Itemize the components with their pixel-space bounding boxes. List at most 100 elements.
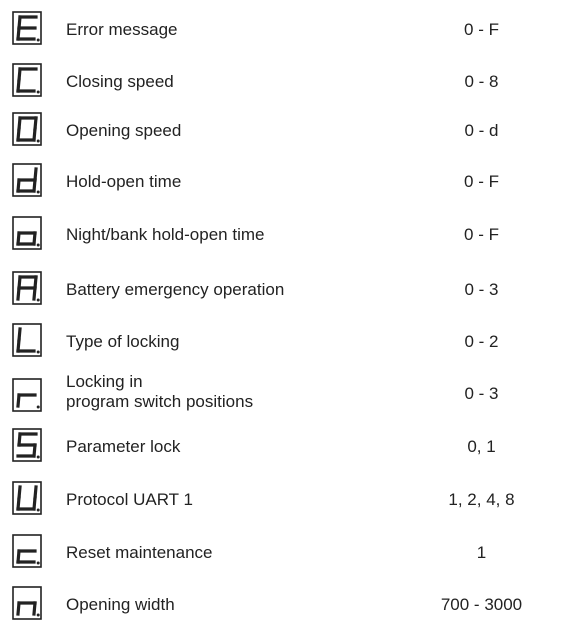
glyph-decimal-point [36, 508, 40, 512]
glyph-segment-c [32, 231, 37, 246]
glyph-segment-c [32, 286, 37, 301]
glyph-segment-e [16, 127, 21, 142]
display-glyph-o-upper-icon [12, 112, 42, 146]
glyph-segment-f [17, 485, 22, 500]
display-glyph-u-icon [12, 481, 42, 515]
glyph-segment-f [17, 327, 22, 342]
parameter-label: Protocol UART 1 [66, 490, 193, 509]
parameter-row-type-of-locking: Type of locking 0 - 2 [0, 320, 563, 360]
parameter-range: 700 - 3000 [440, 595, 523, 614]
parameter-label: Reset maintenance [66, 543, 213, 562]
glyph-segment-c [32, 127, 37, 142]
parameter-row-night-bank-hold-open-time: Night/bank hold-open time 0 - F [0, 213, 563, 253]
parameter-row-protocol-uart-1: Protocol UART 1 1, 2, 4, 8 [0, 478, 563, 518]
glyph-segment-b [33, 275, 38, 290]
display-glyph-s-icon [12, 428, 42, 462]
glyph-segment-e [16, 338, 21, 353]
parameter-range: 0 - 3 [464, 280, 499, 299]
parameter-range: 0 - d [464, 121, 499, 140]
parameter-range: 0 - F [464, 20, 499, 39]
display-glyph-e-icon [12, 11, 42, 45]
seven-segment-glyph [12, 11, 42, 45]
glyph-segment-e [16, 78, 21, 93]
glyph-segment-e [16, 393, 21, 408]
parameter-label: Closing speed [66, 72, 174, 91]
glyph-decimal-point [36, 561, 40, 565]
glyph-segment-c [32, 178, 37, 193]
seven-segment-glyph [12, 428, 42, 462]
glyph-segment-e [16, 231, 21, 246]
glyph-decimal-point [36, 350, 40, 354]
parameter-label: Parameter lock [66, 437, 181, 456]
glyph-segment-e [16, 178, 21, 193]
parameter-label: Error message [66, 20, 178, 39]
display-glyph-l-icon [12, 323, 42, 357]
seven-segment-glyph [12, 586, 42, 620]
glyph-segment-c [32, 496, 37, 511]
parameter-row-parameter-lock: Parameter lock 0, 1 [0, 425, 563, 465]
glyph-decimal-point [36, 298, 40, 302]
glyph-segment-f [17, 116, 22, 131]
parameter-row-error-message: Error message 0 - F [0, 8, 563, 48]
parameter-row-battery-emergency-operation: Battery emergency operation 0 - 3 [0, 268, 563, 308]
display-glyph-n-icon [12, 586, 42, 620]
parameter-label: Type of locking [66, 332, 180, 351]
seven-segment-glyph [12, 63, 42, 97]
glyph-segment-e [16, 286, 21, 301]
glyph-decimal-point [36, 243, 40, 247]
seven-segment-glyph [12, 112, 42, 146]
display-glyph-c-lower-icon [12, 534, 42, 568]
parameter-label: Night/bank hold-open time [66, 225, 265, 244]
glyph-decimal-point [36, 139, 40, 143]
parameter-row-hold-open-time: Hold-open time 0 - F [0, 160, 563, 200]
display-glyph-o-lower-icon [12, 216, 42, 250]
seven-segment-glyph [12, 378, 42, 412]
glyph-segment-c [32, 443, 37, 458]
parameter-label: Opening width [66, 595, 175, 614]
parameter-range: 0 - F [464, 172, 499, 191]
glyph-decimal-point [36, 455, 40, 459]
display-glyph-d-icon [12, 163, 42, 197]
glyph-decimal-point [36, 90, 40, 94]
glyph-segment-b [33, 167, 38, 182]
glyph-decimal-point [36, 405, 40, 409]
glyph-segment-f [17, 275, 22, 290]
glyph-segment-f [17, 432, 22, 447]
seven-segment-glyph [12, 323, 42, 357]
display-glyph-r-icon [12, 378, 42, 412]
seven-segment-glyph [12, 481, 42, 515]
display-glyph-a-icon [12, 271, 42, 305]
glyph-segment-e [16, 549, 21, 564]
parameter-label: Battery emergency operation [66, 280, 285, 299]
glyph-decimal-point [36, 38, 40, 42]
seven-segment-glyph [12, 534, 42, 568]
glyph-segment-e [16, 496, 21, 511]
seven-segment-glyph [12, 216, 42, 250]
parameter-label: Hold-open time [66, 172, 182, 191]
clipped-header-fragment [0, 0, 563, 8]
glyph-decimal-point [36, 190, 40, 194]
glyph-segment-b [33, 116, 38, 131]
parameter-range: 0 - 2 [464, 332, 499, 351]
parameter-row-closing-speed: Closing speed 0 - 8 [0, 60, 563, 100]
display-glyph-c-icon [12, 63, 42, 97]
parameter-row-reset-maintenance: Reset maintenance 1 [0, 531, 563, 571]
glyph-segment-b [33, 485, 38, 500]
glyph-segment-e [16, 601, 21, 616]
parameter-row-opening-width: Opening width 700 - 3000 [0, 583, 563, 623]
parameter-range: 0, 1 [467, 437, 496, 456]
parameter-label-line2: program switch positions [66, 392, 254, 411]
parameter-row-opening-speed: Opening speed 0 - d [0, 109, 563, 149]
parameter-range: 0 - F [464, 225, 499, 244]
glyph-decimal-point [36, 613, 40, 617]
parameter-range: 1, 2, 4, 8 [448, 490, 515, 509]
seven-segment-glyph [12, 163, 42, 197]
parameter-label-line1: Locking in [66, 372, 143, 391]
glyph-segment-f [17, 15, 22, 30]
parameter-range: 0 - 8 [464, 72, 499, 91]
parameter-row-locking-in-program-switch-positions: Locking in program switch positions 0 - … [0, 370, 563, 412]
glyph-segment-e [16, 26, 21, 41]
glyph-segment-f [17, 67, 22, 82]
seven-segment-glyph [12, 271, 42, 305]
parameter-label: Opening speed [66, 121, 182, 140]
